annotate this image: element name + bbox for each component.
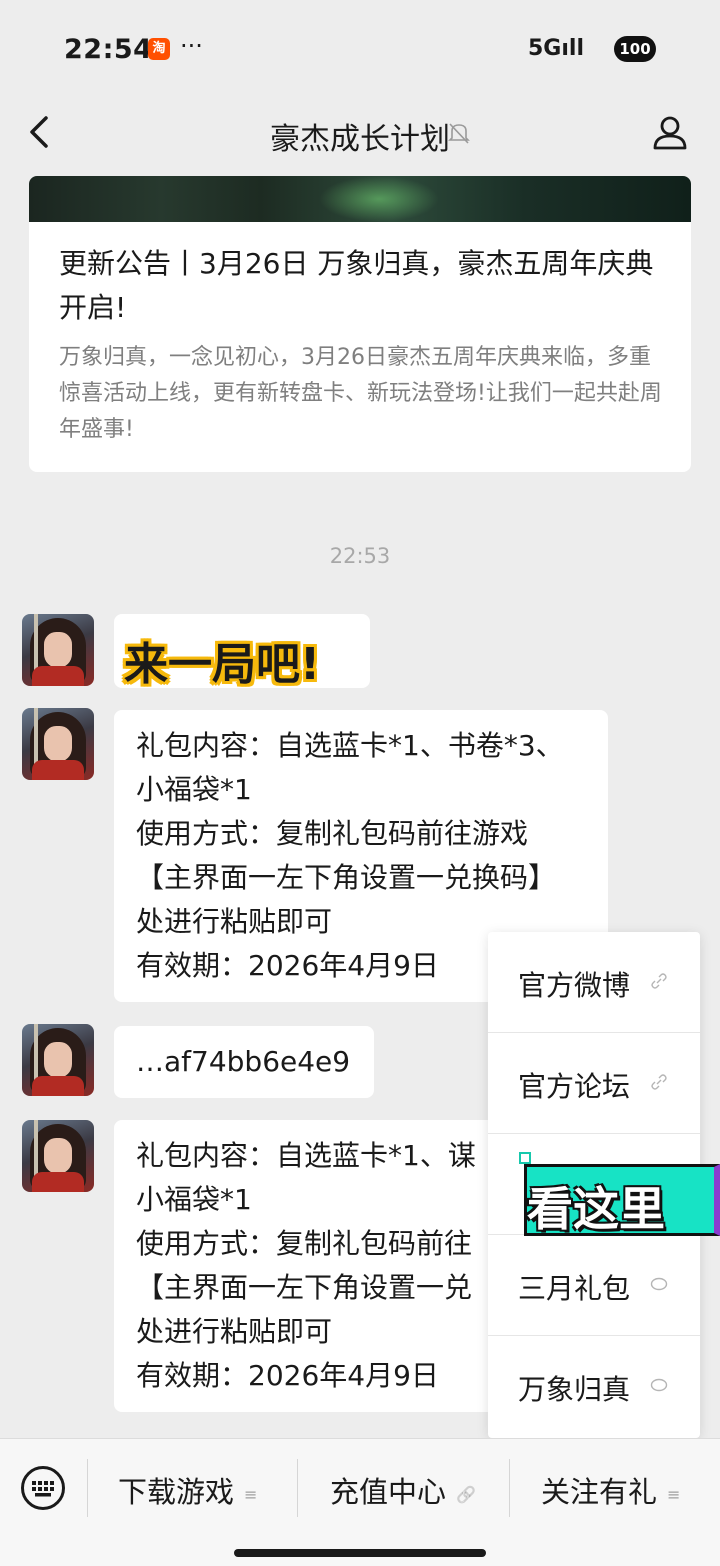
menu-recharge-center[interactable]: 充值中心 🔗	[330, 1469, 476, 1511]
keyboard-icon[interactable]	[20, 1465, 66, 1511]
battery-icon: 100	[614, 36, 656, 62]
avatar[interactable]	[22, 1120, 94, 1192]
gift-code-text: …af74bb6e4e9	[136, 1045, 351, 1078]
nav-bar: 豪杰成长计划	[0, 100, 720, 176]
link-icon	[651, 973, 667, 989]
submenu-item[interactable]: 三月礼包	[488, 1235, 700, 1336]
submenu-item[interactable]: 官方微博	[488, 932, 700, 1033]
sticker-handle	[519, 1152, 531, 1164]
taobao-notification-icon: 淘	[148, 38, 170, 60]
menu-label: 下载游戏	[118, 1475, 235, 1509]
article-cover-image	[29, 176, 691, 222]
page-title: 豪杰成长计划	[270, 122, 450, 157]
submenu-icon: ≡	[667, 1484, 681, 1504]
submenu-item-label: 官方微博	[518, 969, 631, 1002]
article-title: 更新公告丨3月26日 万象归真，豪杰五周年庆典开启!	[59, 247, 654, 324]
submenu-item[interactable]: 万象归真	[488, 1336, 700, 1437]
avatar[interactable]	[22, 708, 94, 780]
mute-bell-icon	[448, 123, 470, 144]
home-indicator[interactable]	[234, 1549, 486, 1557]
menu-label: 充值中心	[330, 1475, 447, 1509]
avatar[interactable]	[22, 614, 94, 686]
submenu-item[interactable]: 官方论坛	[488, 1033, 700, 1134]
message-bubble[interactable]: …af74bb6e4e9	[114, 1026, 374, 1098]
menu-label: 关注有礼	[541, 1475, 658, 1509]
submenu-item-label: 官方论坛	[518, 1070, 631, 1103]
signal-icon: 5Gıll	[528, 36, 584, 61]
menu-follow-gift[interactable]: 关注有礼 ≡	[541, 1469, 680, 1511]
avatar[interactable]	[22, 1024, 94, 1096]
chat-bubble-icon	[650, 1277, 668, 1291]
submenu-icon: ≡	[244, 1484, 258, 1504]
article-description: 万象归真，一念见初心，3月26日豪杰五周年庆典来临，多重惊喜活动上线，更有新转盘…	[59, 345, 662, 442]
menu-download-game[interactable]: 下载游戏 ≡	[118, 1469, 257, 1511]
overlay-sticker: 看这里	[524, 1164, 720, 1236]
submenu-item-label: 万象归真	[518, 1373, 631, 1406]
status-time: 22:54	[64, 34, 153, 65]
article-card[interactable]: 更新公告丨3月26日 万象归真，豪杰五周年庆典开启! 万象归真，一念见初心，3月…	[29, 176, 691, 472]
status-bar: 22:54 淘 ··· 5Gıll 100	[0, 0, 720, 100]
overlay-sticker-text: 看这里	[527, 1182, 665, 1236]
bottom-menu-bar: 下载游戏 ≡ 充值中心 🔗 关注有礼 ≡	[0, 1438, 720, 1566]
chat-bubble-icon	[650, 1378, 668, 1392]
profile-icon[interactable]	[650, 112, 690, 152]
chat-timestamp: 22:53	[329, 544, 391, 568]
link-icon: 🔗	[456, 1484, 476, 1504]
sticker-caption: 来一局吧!	[124, 639, 321, 690]
submenu-item-label: 三月礼包	[518, 1272, 631, 1305]
more-notifications-icon: ···	[180, 32, 203, 60]
link-icon	[651, 1074, 667, 1090]
